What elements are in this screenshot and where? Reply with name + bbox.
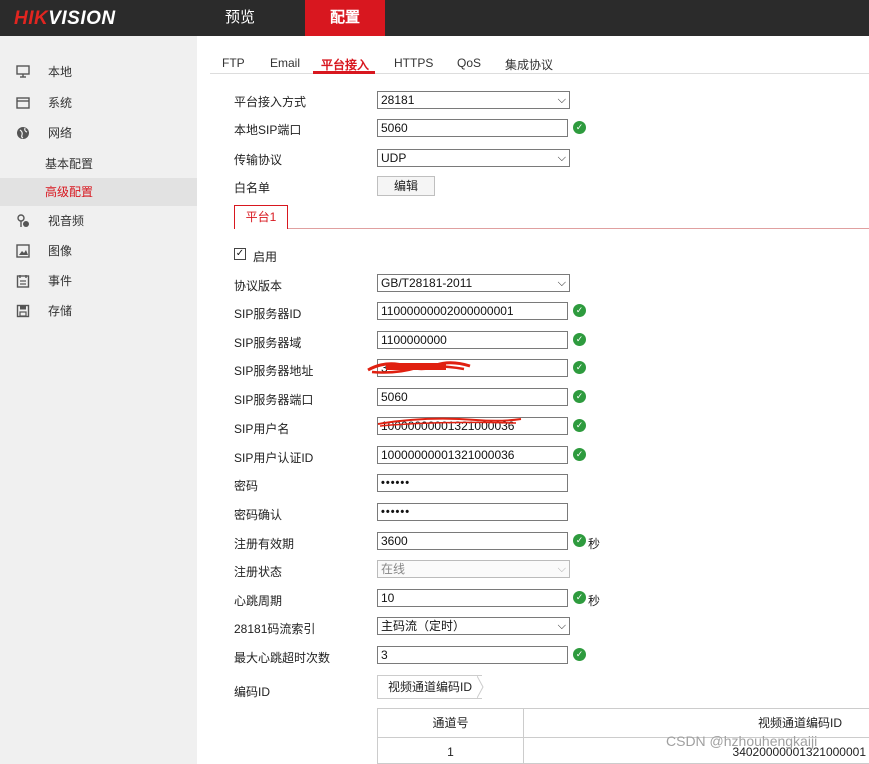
- sidebar-item-system[interactable]: 系统: [0, 89, 197, 117]
- hikvision-logo: HIKVISION: [14, 8, 116, 29]
- table-header-channel: 通道号: [432, 716, 469, 730]
- sidebar-item-image[interactable]: 图像: [0, 237, 197, 265]
- sip-port-label: 本地SIP端口: [234, 123, 302, 137]
- enable-checkbox[interactable]: ✓: [234, 248, 246, 260]
- sidebar: 本地 系统 网络 基本配置 高级配置 视音频 图像 事件 存储: [0, 36, 197, 764]
- sidebar-item-label: 本地: [48, 65, 73, 79]
- sidebar-sub-basic-config[interactable]: 基本配置: [0, 150, 197, 178]
- sidebar-item-label: 图像: [48, 244, 73, 258]
- access-mode-label: 平台接入方式: [234, 95, 307, 109]
- expiry-label: 注册有效期: [234, 537, 295, 551]
- auth-id-input[interactable]: 10000000001321000036: [377, 446, 568, 464]
- encode-id-label: 编码ID: [234, 685, 271, 699]
- heartbeat-input[interactable]: 10: [377, 589, 568, 607]
- username-input[interactable]: 10000000001321000036: [377, 417, 568, 435]
- tab-video-channel-encode-id[interactable]: 视频通道编码ID: [377, 675, 483, 699]
- password-confirm-input[interactable]: ••••••: [377, 503, 568, 521]
- expiry-input[interactable]: 3600: [377, 532, 568, 550]
- password-label: 密码: [234, 479, 259, 493]
- sidebar-sub-label: 高级配置: [45, 185, 94, 199]
- window-icon: [16, 97, 30, 109]
- sidebar-sub-label: 基本配置: [45, 157, 94, 171]
- max-timeout-label: 最大心跳超时次数: [234, 651, 331, 665]
- sidebar-item-label: 事件: [48, 274, 73, 288]
- tab-https[interactable]: HTTPS: [394, 56, 433, 70]
- status-select: 在线 ⌵: [377, 560, 570, 578]
- sidebar-item-label: 视音频: [48, 214, 85, 228]
- image-icon: [16, 244, 30, 258]
- table-cell-channel: 1: [447, 745, 454, 759]
- watermark: CSDN @hzhouhengkaiji: [666, 733, 818, 749]
- server-addr-input[interactable]: 3: [377, 359, 568, 377]
- ok-check-icon: ✓: [573, 534, 586, 547]
- server-addr-label: SIP服务器地址: [234, 364, 314, 378]
- server-port-input[interactable]: 5060: [377, 388, 568, 406]
- username-label: SIP用户名: [234, 422, 290, 436]
- password-confirm-label: 密码确认: [234, 508, 283, 522]
- sidebar-item-label: 存储: [48, 304, 73, 318]
- sidebar-item-audio-video[interactable]: 视音频: [0, 207, 197, 235]
- sidebar-item-local[interactable]: 本地: [0, 58, 197, 86]
- save-disk-icon: [16, 304, 30, 318]
- chevron-down-icon: ⌵: [557, 563, 566, 575]
- tab-qos[interactable]: QoS: [457, 56, 481, 70]
- whitelist-edit-button[interactable]: 编辑: [377, 176, 435, 196]
- protocol-select[interactable]: GB/T28181-2011 ⌵: [377, 274, 570, 292]
- protocol-label: 协议版本: [234, 279, 283, 293]
- ok-check-icon: ✓: [573, 121, 586, 134]
- monitor-icon: [16, 65, 30, 78]
- tab-integration-protocol[interactable]: 集成协议: [505, 56, 553, 73]
- tab-ftp[interactable]: FTP: [222, 56, 245, 70]
- sidebar-item-storage[interactable]: 存储: [0, 297, 197, 325]
- ok-check-icon: ✓: [573, 448, 586, 461]
- ok-check-icon: ✓: [573, 333, 586, 346]
- auth-id-label: SIP用户认证ID: [234, 451, 314, 465]
- sip-port-input[interactable]: 5060: [377, 119, 568, 137]
- chevron-down-icon: ⌵: [557, 277, 566, 289]
- subtab-divider: [234, 228, 869, 229]
- enable-label: 启用: [253, 250, 278, 264]
- top-bar: HIKVISION 预览 配置: [0, 0, 869, 36]
- expiry-unit: 秒: [588, 537, 601, 551]
- chevron-down-icon: ⌵: [557, 152, 566, 164]
- ok-check-icon: ✓: [573, 419, 586, 432]
- sidebar-sub-advanced-config[interactable]: 高级配置: [0, 178, 197, 206]
- chevron-down-icon: ⌵: [557, 94, 566, 106]
- stream-label: 28181码流索引: [234, 622, 316, 636]
- globe-icon: [17, 127, 29, 139]
- transport-select[interactable]: UDP ⌵: [377, 149, 570, 167]
- ok-check-icon: ✓: [573, 304, 586, 317]
- camera-mic-icon: [17, 214, 29, 227]
- ok-check-icon: ✓: [573, 390, 586, 403]
- tab-arrow-shape: [477, 676, 484, 698]
- server-domain-label: SIP服务器域: [234, 336, 302, 350]
- stream-select[interactable]: 主码流（定时） ⌵: [377, 617, 570, 635]
- server-domain-input[interactable]: 1100000000: [377, 331, 568, 349]
- server-id-input[interactable]: 11000000002000000001: [377, 302, 568, 320]
- tab-platform-1[interactable]: 平台1: [234, 205, 288, 229]
- nav-config[interactable]: 配置: [305, 0, 385, 36]
- tab-email[interactable]: Email: [270, 56, 300, 70]
- ok-check-icon: ✓: [573, 361, 586, 374]
- ok-check-icon: ✓: [573, 648, 586, 661]
- status-label: 注册状态: [234, 565, 283, 579]
- ok-check-icon: ✓: [573, 591, 586, 604]
- active-tab-indicator: [313, 71, 375, 74]
- max-timeout-input[interactable]: 3: [377, 646, 568, 664]
- sidebar-item-network[interactable]: 网络: [0, 119, 197, 147]
- nav-preview[interactable]: 预览: [205, 0, 275, 36]
- chevron-down-icon: ⌵: [557, 620, 566, 632]
- password-input[interactable]: ••••••: [377, 474, 568, 492]
- access-mode-select[interactable]: 28181 ⌵: [377, 91, 570, 109]
- server-id-label: SIP服务器ID: [234, 307, 302, 321]
- whitelist-label: 白名单: [234, 181, 271, 195]
- sidebar-item-label: 网络: [48, 126, 73, 140]
- server-port-label: SIP服务器端口: [234, 393, 314, 407]
- heartbeat-label: 心跳周期: [234, 594, 283, 608]
- sidebar-item-event[interactable]: 事件: [0, 267, 197, 295]
- heartbeat-unit: 秒: [588, 594, 601, 608]
- sidebar-item-label: 系统: [48, 96, 73, 110]
- calendar-icon: [16, 275, 30, 288]
- transport-label: 传输协议: [234, 153, 283, 167]
